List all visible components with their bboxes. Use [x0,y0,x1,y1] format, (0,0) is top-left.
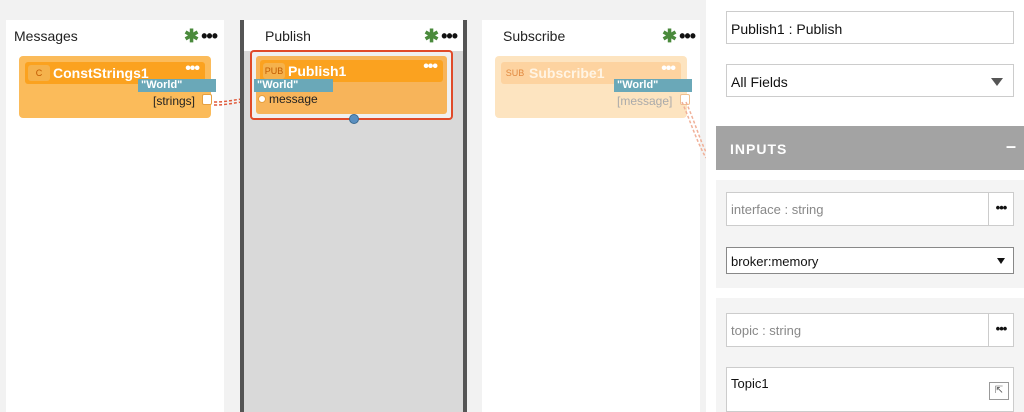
properties-panel: Publish1 : Publish All Fields INPUTS – i… [706,0,1024,412]
value-chip: "World" [614,79,692,92]
input-port[interactable] [258,95,266,103]
topic-value: Topic1 [731,376,769,391]
caret-down-icon [991,78,1003,86]
port-label: [message] [617,94,673,108]
node-name: ConstStrings1 [53,65,149,81]
expand-icon[interactable]: ⇱ [989,382,1009,400]
node-name: Subscribe1 [529,65,605,81]
column-actions: ✱ ••• [662,27,696,45]
interface-input-section: interface : string ••• broker:memory [716,180,1024,288]
more-icon[interactable]: ••• [988,193,1013,225]
output-handle[interactable] [349,114,359,124]
more-icon[interactable]: ••• [679,27,696,45]
fields-filter-value: All Fields [731,74,788,90]
inputs-header-label: INPUTS [730,141,788,157]
column-title: Messages [14,28,78,44]
more-icon[interactable]: ••• [185,60,200,78]
more-icon[interactable]: ••• [441,27,458,45]
output-port-label: [strings] [153,94,196,108]
publish-node[interactable]: PUB Publish1 ••• "World" message [250,50,453,124]
node-name: Publish1 [288,63,347,79]
node-type-badge: PUB [263,63,285,79]
node-title-value: Publish1 : Publish [731,21,843,37]
more-icon[interactable]: ••• [423,58,438,76]
add-icon[interactable]: ✱ [662,27,677,45]
value-chip: "World" [138,79,216,92]
column-title: Subscribe [503,28,566,44]
topic-value-field[interactable]: Topic1 ⇱ [726,367,1014,412]
column-actions: ✱ ••• [424,27,458,45]
column-actions: ✱ ••• [184,27,218,45]
collapse-icon[interactable]: – [1006,136,1016,157]
add-icon[interactable]: ✱ [184,27,199,45]
faded-connection-line [681,101,707,159]
interface-label-field[interactable]: interface : string ••• [726,192,1014,226]
more-icon[interactable]: ••• [661,60,676,78]
publish-column: Publish ✱ ••• PUB Publish1 ••• "World" m… [240,20,467,412]
interface-value-select[interactable]: broker:memory [726,247,1014,274]
const-strings-node[interactable]: C ConstStrings1 ••• "World" [strings] [19,56,216,118]
interface-value: broker:memory [731,254,819,269]
interface-label: interface : string [731,202,824,217]
value-chip: "World" [254,79,333,92]
more-icon[interactable]: ••• [988,314,1013,346]
topic-label: topic : string [731,323,802,338]
input-port-label: message [269,92,318,106]
node-type-badge: SUB [504,65,526,81]
more-icon[interactable]: ••• [201,27,218,45]
node-type-badge: C [28,65,50,81]
output-port[interactable] [202,94,212,105]
messages-column: Messages ✱ ••• C ConstStrings1 ••• "Worl… [6,20,224,412]
add-icon[interactable]: ✱ [424,27,439,45]
topic-input-section: topic : string ••• Topic1 ⇱ [716,298,1024,412]
fields-filter-select[interactable]: All Fields [726,64,1014,97]
node-title-field[interactable]: Publish1 : Publish [726,11,1014,44]
subscribe-node[interactable]: SUB Subscribe1 ••• "World" [message] [495,56,692,118]
subscribe-column: Subscribe ✱ ••• SUB Subscribe1 ••• "Worl… [482,20,700,412]
column-title: Publish [265,28,311,44]
inputs-section-header[interactable]: INPUTS – [716,126,1024,170]
topic-label-field[interactable]: topic : string ••• [726,313,1014,347]
caret-down-icon [997,258,1005,264]
